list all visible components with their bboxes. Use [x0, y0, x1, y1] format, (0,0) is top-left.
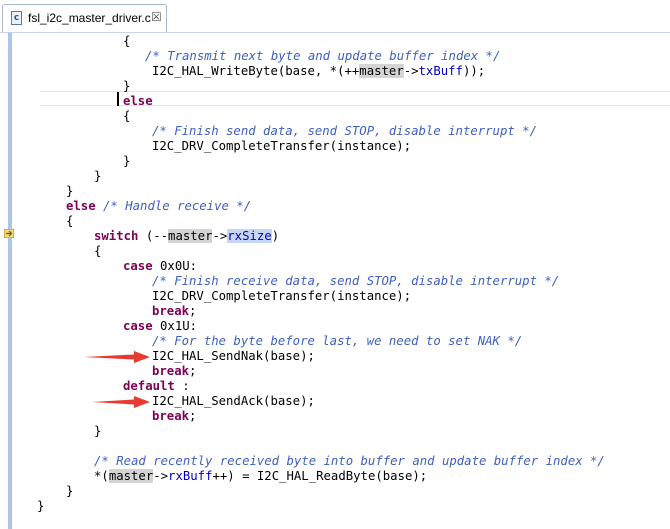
code-line: *(master->rxBuff++) = I2C_HAL_ReadByte(b… — [94, 469, 428, 483]
code-line: /* Read recently received byte into buff… — [94, 454, 605, 469]
code-line: } — [94, 169, 102, 183]
occurrence-highlight: master — [108, 469, 154, 483]
code-line: } — [123, 79, 131, 93]
occurrence-highlight: master — [359, 64, 404, 78]
overview-ruler — [8, 33, 12, 529]
code-comment: /* For the byte before last, we need to … — [152, 334, 523, 348]
code-line: } — [123, 154, 131, 168]
code-editor[interactable]: { /* Transmit next byte and update buffe… — [14, 33, 670, 529]
code-line: } — [66, 484, 74, 498]
code-line: I2C_HAL_WriteByte(base, *(++master->txBu… — [152, 64, 486, 78]
code-comment: /* Handle receive */ — [103, 199, 252, 213]
code-line: /* Transmit next byte and update buffer … — [145, 49, 500, 64]
code-line: /* For the byte before last, we need to … — [152, 334, 522, 349]
code-line: else — [123, 94, 153, 109]
code-line: else /* Handle receive */ — [66, 199, 252, 213]
debug-location-marker-icon — [4, 229, 14, 238]
occurrence-highlight: master — [168, 229, 213, 243]
c-source-file-icon: c — [11, 11, 22, 25]
editor-tab-bar: c fsl_i2c_master_driver.c ☒ — [0, 0, 670, 33]
code-line: case 0x1U: — [123, 319, 198, 333]
code-line: I2C_DRV_CompleteTransfer(instance); — [152, 139, 412, 153]
code-line: I2C_DRV_CompleteTransfer(instance); — [152, 289, 412, 303]
code-comment: /* Finish receive data, send STOP, disab… — [152, 274, 560, 288]
code-comment: /* Transmit next byte and update buffer … — [145, 49, 501, 63]
code-line: { — [123, 34, 131, 48]
code-line: { — [123, 109, 131, 123]
code-line: } — [94, 424, 102, 438]
code-line: { — [94, 244, 102, 258]
code-keyword: else — [123, 94, 153, 108]
code-line: break; — [152, 409, 197, 423]
code-line: /* Finish receive data, send STOP, disab… — [152, 274, 559, 289]
selected-text: rxSize — [227, 229, 272, 243]
code-line: case 0x0U: — [123, 259, 198, 273]
code-line: break; — [152, 364, 197, 378]
code-line: { — [66, 214, 74, 228]
code-comment: /* Finish send data, send STOP, disable … — [152, 124, 537, 138]
code-line: } — [37, 499, 45, 513]
code-line: } — [66, 184, 74, 198]
text-cursor — [117, 92, 119, 106]
code-line: /* Finish send data, send STOP, disable … — [152, 124, 537, 139]
code-line: switch (--master->rxSize) — [94, 229, 280, 243]
code-comment: /* Read recently received byte into buff… — [94, 454, 605, 468]
tab-label: fsl_i2c_master_driver.c — [28, 11, 151, 25]
code-line: I2C_HAL_SendNak(base); — [152, 349, 315, 363]
code-line: I2C_HAL_SendAck(base); — [152, 394, 315, 408]
tab-fsl-i2c-master-driver[interactable]: c fsl_i2c_master_driver.c ☒ — [2, 4, 167, 32]
code-line: break; — [152, 304, 197, 318]
annotation-arrow-icon — [92, 396, 150, 408]
close-icon[interactable]: ☒ — [151, 10, 162, 24]
annotation-arrow-icon — [84, 351, 150, 363]
code-line: default : — [123, 379, 190, 393]
